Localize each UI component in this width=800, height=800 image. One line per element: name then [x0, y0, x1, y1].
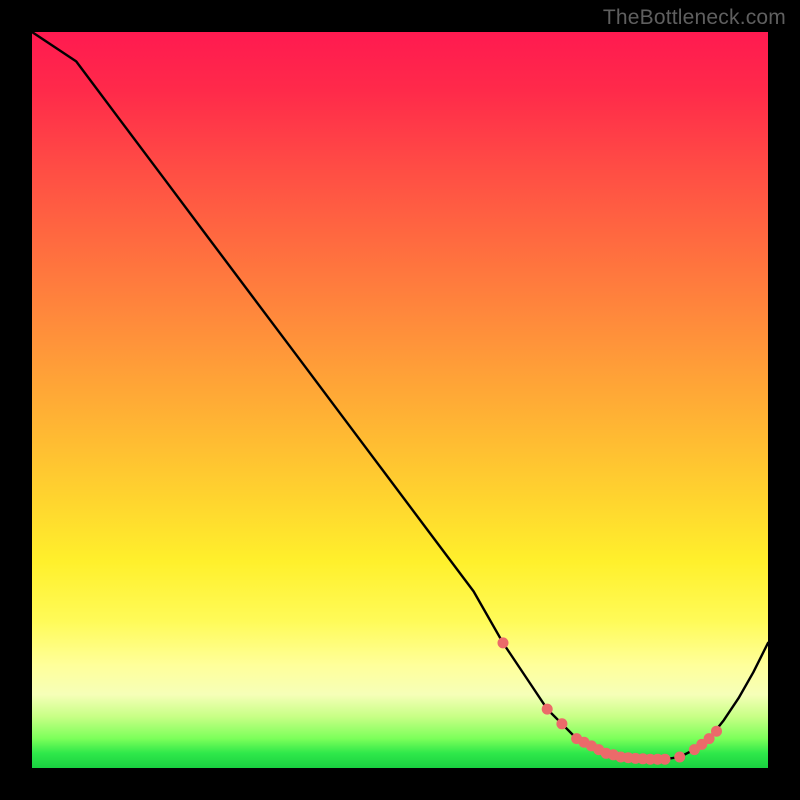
- curve-marker: [498, 637, 509, 648]
- bottleneck-curve: [32, 32, 768, 759]
- watermark-text: TheBottleneck.com: [603, 6, 786, 30]
- curve-marker: [674, 752, 685, 763]
- plot-area: [32, 32, 768, 768]
- curve-markers: [498, 637, 723, 764]
- chart-svg: [32, 32, 768, 768]
- curve-marker: [556, 718, 567, 729]
- curve-marker: [542, 704, 553, 715]
- curve-marker: [660, 754, 671, 765]
- chart-frame: TheBottleneck.com: [0, 0, 800, 800]
- curve-marker: [711, 726, 722, 737]
